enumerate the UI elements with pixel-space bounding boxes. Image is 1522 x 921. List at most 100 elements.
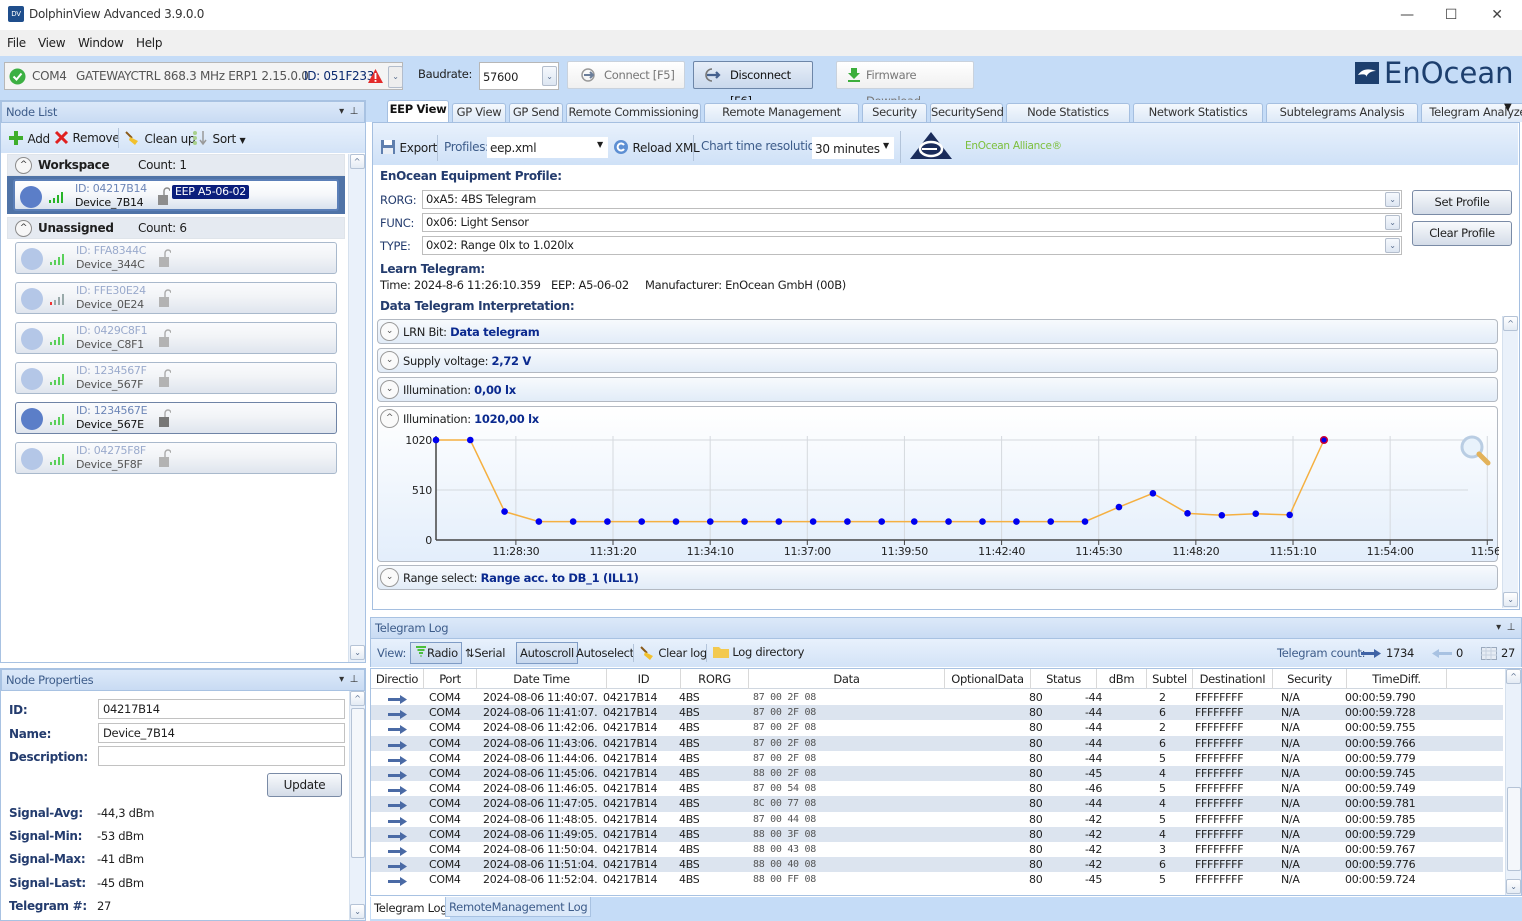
node-item[interactable]: ID: FFA8344C Device_344C: [15, 242, 337, 274]
collapse-icon[interactable]: ^: [15, 220, 32, 237]
group-workspace[interactable]: ^ Workspace Count: 1: [7, 154, 345, 176]
field-lrn-bit[interactable]: ⌄ LRN Bit: Data telegram: [377, 319, 1498, 344]
baudrate-select[interactable]: 57600 ⌄: [479, 62, 559, 90]
table-row[interactable]: COM4 2024-08-06 11:47:05. 04217B14 4BS 8C 00…: [371, 796, 1503, 812]
column-header[interactable]: Data: [749, 669, 945, 689]
node-item[interactable]: ID: 0429C8F1 Device_C8F1: [15, 322, 337, 354]
menu-window[interactable]: Window: [78, 36, 124, 50]
maximize-button[interactable]: ☐: [1428, 4, 1474, 26]
expand-icon[interactable]: ⌄: [380, 322, 399, 341]
field-range-select[interactable]: ⌄ Range select: Range acc. to DB_1 (ILL1…: [377, 565, 1498, 590]
node-item[interactable]: ID: 1234567E Device_567E: [15, 402, 337, 434]
resolution-select[interactable]: 30 minutes ▼: [812, 137, 894, 159]
log-scrollbar[interactable]: ^ ⌄: [1505, 669, 1521, 895]
scroll-up-icon[interactable]: ^: [350, 691, 365, 706]
name-field[interactable]: Device_7B14: [98, 723, 345, 743]
disconnect-button[interactable]: Disconnect [F6]: [693, 61, 813, 108]
properties-scrollbar[interactable]: ^ ⌄: [349, 691, 365, 920]
sort-button[interactable]: Sort ▼: [192, 130, 246, 146]
expand-icon[interactable]: ⌄: [380, 351, 399, 370]
column-header[interactable]: ID: [607, 669, 681, 689]
column-header[interactable]: Directio: [371, 669, 424, 689]
tab-security[interactable]: Security: [862, 103, 927, 122]
connect-button[interactable]: Connect [F5]: [567, 61, 685, 89]
tab-remote-management[interactable]: Remote Management: [704, 103, 859, 122]
node-item[interactable]: ID: 04275F8F Device_5F8F: [15, 442, 337, 474]
clear-profile-button[interactable]: Clear Profile: [1412, 221, 1512, 246]
gateway-selector[interactable]: COM4 GATEWAYCTRL 868.3 MHz ERP1 2.15.0.0…: [4, 62, 403, 90]
node-item[interactable]: ID: 04217B14 Device_7B14 EEP A5-06-02: [13, 179, 339, 211]
close-button[interactable]: ✕: [1474, 4, 1520, 26]
column-header[interactable]: Security: [1273, 669, 1347, 689]
table-row[interactable]: COM4 2024-08-06 11:44:06. 04217B14 4BS 87 00…: [371, 751, 1503, 766]
update-button[interactable]: Update: [267, 773, 342, 797]
table-row[interactable]: COM4 2024-08-06 11:40:07. 04217B14 4BS 87 00…: [371, 690, 1503, 705]
tab-subtelegrams-analysis[interactable]: Subtelegrams Analysis: [1266, 103, 1418, 122]
export-button[interactable]: Export: [380, 139, 437, 155]
log-directory-button[interactable]: Log directory: [713, 645, 804, 659]
table-row[interactable]: COM4 2024-08-06 11:50:04. 04217B14 4BS 88 00…: [371, 842, 1503, 857]
rorg-select[interactable]: 0xA5: 4BS Telegram ⌄: [422, 190, 1402, 209]
scroll-up-icon[interactable]: ^: [349, 154, 365, 169]
profiles-select[interactable]: eep.xml ▼: [487, 137, 608, 158]
zoom-magnifier-icon[interactable]: [1459, 434, 1491, 466]
column-header[interactable]: Port: [424, 669, 477, 689]
scroll-down-icon[interactable]: ⌄: [1503, 592, 1518, 607]
column-header[interactable]: TimeDiff.: [1347, 669, 1447, 689]
table-row[interactable]: COM4 2024-08-06 11:51:04. 04217B14 4BS 88 00…: [371, 857, 1503, 873]
firmware-download-button[interactable]: Firmware Download: [836, 61, 974, 108]
tab-network-statistics[interactable]: Network Statistics: [1133, 103, 1263, 122]
panel-pin-icon[interactable]: ▾ ⊥: [1496, 618, 1515, 638]
scroll-thumb[interactable]: [1507, 787, 1521, 871]
chevron-down-icon[interactable]: ⌄: [1385, 215, 1400, 230]
tab-gp-send[interactable]: GP Send: [509, 103, 563, 122]
set-profile-button[interactable]: Set Profile: [1412, 190, 1512, 215]
reload-xml-button[interactable]: Reload XML: [613, 139, 700, 155]
panel-pin-icon[interactable]: ▾ ⊥: [339, 102, 358, 122]
tab-remotemanagement-log[interactable]: RemoteManagement Log: [445, 897, 592, 917]
table-row[interactable]: COM4 2024-08-06 11:49:05. 04217B14 4BS 88 00…: [371, 826, 1503, 843]
scroll-up-icon[interactable]: ^: [1503, 316, 1518, 331]
func-select[interactable]: 0x06: Light Sensor ⌄: [422, 213, 1402, 232]
column-header[interactable]: OptionalData: [945, 669, 1031, 689]
eep-view-scrollbar[interactable]: ^ ⌄: [1502, 316, 1518, 608]
chevron-down-icon[interactable]: ⌄: [1385, 192, 1400, 207]
table-row[interactable]: COM4 2024-08-06 11:43:06. 04217B14 4BS 87 00…: [371, 735, 1503, 751]
scroll-down-icon[interactable]: ⌄: [1506, 879, 1521, 894]
table-row[interactable]: COM4 2024-08-06 11:45:06. 04217B14 4BS 88 00…: [371, 766, 1503, 782]
autoselect-button[interactable]: Autoselect: [576, 646, 634, 660]
tab-remote-commissioning[interactable]: Remote Commissioning: [566, 103, 701, 122]
remove-node-button[interactable]: Remove: [54, 130, 120, 145]
menu-file[interactable]: File: [7, 36, 26, 50]
illumination-chart[interactable]: 11:28:30 11:31:20 11:34:10 11:37:00 11:39:50…: [378, 407, 1499, 563]
table-row[interactable]: COM4 2024-08-06 11:41:07. 04217B14 4BS 87 00…: [371, 705, 1503, 721]
autoscroll-toggle[interactable]: Autoscroll: [516, 642, 578, 664]
tab-telegram-log[interactable]: Telegram Log: [371, 897, 451, 919]
tab-node-statistics[interactable]: Node Statistics: [1006, 103, 1130, 122]
node-list-scrollbar[interactable]: ^ ⌄: [348, 154, 365, 662]
serial-button[interactable]: ⇅Serial: [465, 646, 505, 660]
field-illumination-1[interactable]: ⌄ Illumination: 0,00 lx: [377, 377, 1498, 402]
cleanup-button[interactable]: Clean up: [124, 130, 196, 146]
tab-gp-view[interactable]: GP View: [452, 103, 506, 122]
chevron-down-icon[interactable]: ⌄: [1385, 238, 1400, 253]
column-header[interactable]: DestinationI: [1193, 669, 1273, 689]
radio-toggle[interactable]: Radio: [410, 642, 462, 664]
column-header[interactable]: Status: [1031, 669, 1097, 689]
description-field[interactable]: [98, 746, 345, 766]
table-row[interactable]: COM4 2024-08-06 11:42:06. 04217B14 4BS 87 00…: [371, 720, 1503, 735]
panel-pin-icon[interactable]: ▾ ⊥: [339, 670, 358, 690]
tab-overflow-icon[interactable]: ▼: [1504, 102, 1512, 113]
column-header[interactable]: dBm: [1097, 669, 1147, 689]
minimize-button[interactable]: —: [1384, 4, 1430, 26]
node-item[interactable]: ID: 1234567F Device_567F: [15, 362, 337, 394]
expand-icon[interactable]: ⌄: [380, 568, 399, 587]
table-row[interactable]: COM4 2024-08-06 11:52:04. 04217B14 4BS 88 00…: [371, 872, 1503, 887]
tab-securitysend[interactable]: SecuritySend: [930, 103, 1004, 122]
column-header[interactable]: Date Time: [477, 669, 607, 689]
tab-eep-view[interactable]: EEP View: [387, 100, 449, 122]
chevron-down-icon[interactable]: ⌄: [388, 66, 403, 88]
collapse-icon[interactable]: ^: [15, 157, 32, 174]
column-header[interactable]: Subtel: [1147, 669, 1193, 689]
add-node-button[interactable]: Add: [8, 130, 50, 146]
